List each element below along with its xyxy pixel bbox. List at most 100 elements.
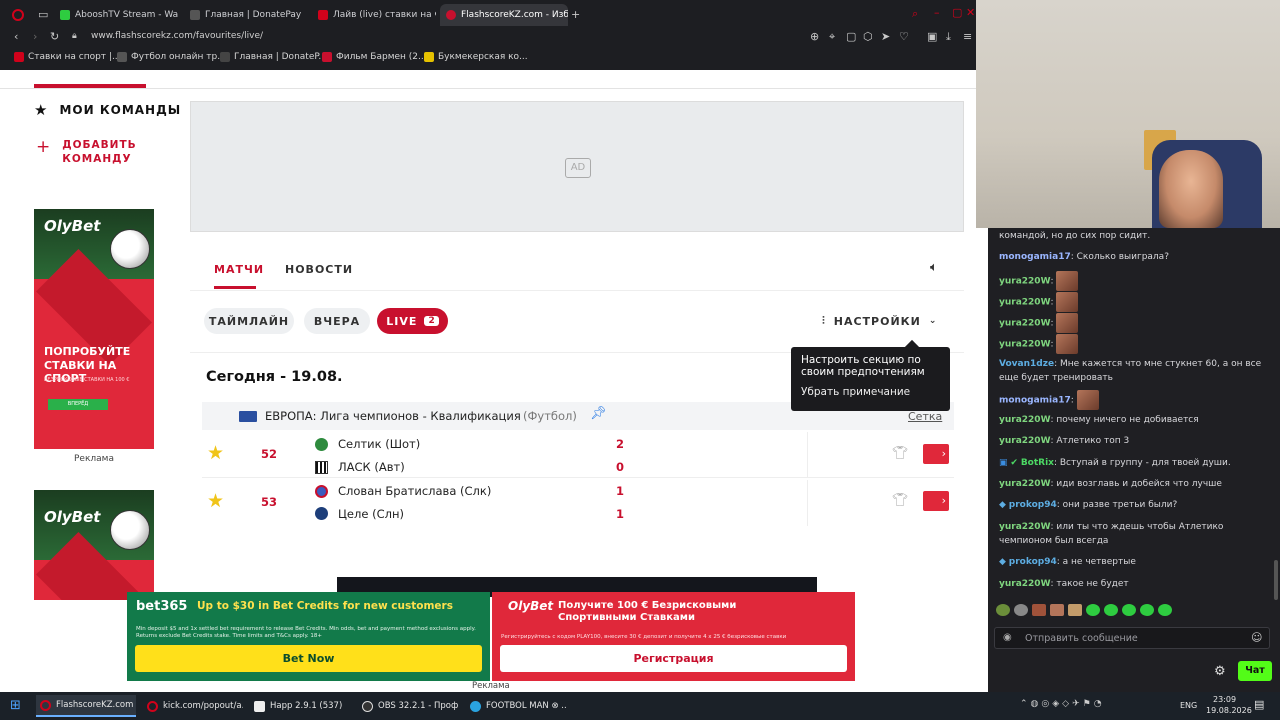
tab-flashscore-favourites[interactable]: FlashscoreKZ.com - Избра xyxy=(440,4,568,26)
bracket-link[interactable]: Сетка xyxy=(908,410,942,423)
taskbar-item-telegram[interactable]: FOOTBOL MAN ⊗ ... xyxy=(466,695,566,717)
send-icon[interactable]: ➤ xyxy=(881,30,890,43)
sidebar-ad-olybet-2[interactable]: OlyBet xyxy=(34,490,154,600)
chat-username[interactable]: yura220W xyxy=(999,579,1051,589)
search-icon[interactable]: ⌕ xyxy=(912,7,918,21)
bookmark-football-online[interactable]: Футбол онлайн тр... xyxy=(117,52,226,62)
chat-scrollbar[interactable] xyxy=(1274,560,1278,600)
emoji-icon[interactable]: ☺ xyxy=(1251,631,1262,644)
emote-icon[interactable] xyxy=(1158,604,1172,616)
tab-donatepay[interactable]: Главная | DonatePay xyxy=(184,4,308,26)
chat-username[interactable]: yura220W xyxy=(999,436,1051,446)
tooltip-dismiss[interactable]: Убрать примечание xyxy=(801,386,940,398)
browser-logo-icon[interactable] xyxy=(12,9,24,21)
favorite-star-icon[interactable]: ★ xyxy=(207,490,224,512)
filter-live[interactable]: LIVE 2 xyxy=(377,308,448,334)
snapshot-icon[interactable]: ▢ xyxy=(846,30,856,43)
chat-message: monogamia17: xyxy=(999,390,1269,410)
taskbar-item-kick[interactable]: kick.com/popout/a... xyxy=(143,695,243,717)
bet-button[interactable]: › xyxy=(923,444,949,464)
olybet-ad[interactable]: OlyBet Получите 100 € Безрисковыми Спорт… xyxy=(492,592,855,681)
olybet-register-button[interactable]: Регистрация xyxy=(500,645,847,672)
chat-username[interactable]: Vovan1dze xyxy=(999,359,1054,369)
tray-language[interactable]: ENG xyxy=(1180,701,1197,710)
filter-yesterday[interactable]: ВЧЕРА xyxy=(304,308,370,334)
windows-start-icon[interactable]: ⊞ xyxy=(10,698,21,713)
tab-matches[interactable]: МАТЧИ xyxy=(214,263,264,276)
heart-icon[interactable]: ♡ xyxy=(899,30,909,43)
back-icon[interactable]: ‹ xyxy=(14,30,18,43)
bet365-button[interactable]: Bet Now xyxy=(135,645,482,672)
chat-send-button[interactable]: Чат xyxy=(1238,661,1272,681)
emote-icon[interactable] xyxy=(1014,604,1028,616)
notification-icon[interactable]: ▤ xyxy=(1254,698,1264,711)
sidebar-ad-olybet[interactable]: OlyBet ПОПРОБУЙТЕ СТАВКИ НА СПОРТ БЕЗРИС… xyxy=(34,209,154,449)
tab-live-bets[interactable]: Лайв (live) ставки на Футб xyxy=(312,4,436,26)
chat-username[interactable]: BotRix xyxy=(1021,458,1054,468)
chat-settings-icon[interactable]: ◉ xyxy=(1003,632,1012,643)
tray-icons[interactable]: ⌃◍◎◈◇✈⚑◔ xyxy=(1020,699,1105,709)
bookmark-donatepay[interactable]: Главная | DonateP... xyxy=(220,52,327,62)
lineup-shirt-icon[interactable]: 👕︎ xyxy=(892,446,909,461)
emote-icon[interactable] xyxy=(1122,604,1136,616)
emote-icon[interactable] xyxy=(1086,604,1100,616)
chat-username[interactable]: monogamia17 xyxy=(999,396,1071,406)
pin-league-icon[interactable]: 📌︎ xyxy=(590,406,607,421)
bet-button[interactable]: › xyxy=(923,491,949,511)
chat-username[interactable]: yura220W xyxy=(999,340,1051,350)
tab-news[interactable]: НОВОСТИ xyxy=(285,263,353,276)
minimize-icon[interactable]: – xyxy=(934,6,940,19)
chat-username[interactable]: yura220W xyxy=(999,522,1051,532)
chat-username[interactable]: yura220W xyxy=(999,298,1051,308)
chat-input[interactable]: ◉ Отправить сообщение ☺ xyxy=(994,627,1270,649)
emote-icon[interactable] xyxy=(1104,604,1118,616)
zoom-icon[interactable]: ⊕ xyxy=(810,30,819,43)
emote-icon[interactable] xyxy=(1050,604,1064,616)
tray-time[interactable]: 23:09 xyxy=(1213,695,1236,704)
maximize-icon[interactable]: ▢ xyxy=(952,6,962,19)
gear-icon[interactable]: ⚙ xyxy=(1214,664,1226,679)
lineup-shirt-icon[interactable]: 👕︎ xyxy=(892,493,909,508)
emote-icon[interactable] xyxy=(1140,604,1154,616)
cube-icon[interactable]: ⬡ xyxy=(863,30,873,43)
emote-bar[interactable] xyxy=(996,604,1196,618)
match-row[interactable]: ★ 52 Селтик (Шот) ЛАСК (Авт) 2 0 👕︎ › xyxy=(202,432,954,478)
wallet-icon[interactable]: ▣ xyxy=(927,30,937,43)
reload-icon[interactable]: ↻ xyxy=(50,30,59,43)
filter-timeline[interactable]: ТАЙМЛАЙН xyxy=(204,308,294,334)
taskbar-item-flashscore[interactable]: FlashscoreKZ.com ... xyxy=(36,695,136,717)
kick-favicon-icon xyxy=(60,10,70,20)
match-row[interactable]: ★ 53 Слован Братислава (Слк) Целе (Слн) … xyxy=(202,480,954,526)
bookmark-bookmaker[interactable]: Букмекерская ко... xyxy=(424,52,528,62)
forward-icon[interactable]: › xyxy=(33,30,37,43)
add-team-button[interactable]: + ДОБАВИТЬ КОМАНДУ xyxy=(36,138,137,166)
address-bar[interactable]: www.flashscorekz.com/favourites/live/ xyxy=(91,31,263,41)
chat-username[interactable]: yura220W xyxy=(999,415,1051,425)
tray-date[interactable]: 19.08.2026 xyxy=(1206,706,1252,715)
taskbar-item-happ[interactable]: Happ 2.9.1 (537) xyxy=(250,695,350,717)
settings-button[interactable]: ⫶ НАСТРОЙКИ ⌄ xyxy=(822,314,937,328)
download-icon[interactable]: ⤓ xyxy=(946,30,951,44)
chat-username[interactable]: yura220W xyxy=(999,479,1051,489)
tab-list-icon[interactable]: ▭ xyxy=(38,8,48,21)
favorite-star-icon[interactable]: ★ xyxy=(207,442,224,464)
emote-icon[interactable] xyxy=(1068,604,1082,616)
taskbar-item-obs[interactable]: OBS 32.2.1 - Проф... xyxy=(358,695,458,717)
chat-username[interactable]: prokop94 xyxy=(1009,557,1057,567)
bet365-ad[interactable]: bet365 Up to $30 in Bet Credits for new … xyxy=(127,592,490,681)
chat-username[interactable]: prokop94 xyxy=(1009,500,1057,510)
bookmark-stavki[interactable]: Ставки на спорт |... xyxy=(14,52,121,62)
new-tab-icon[interactable]: + xyxy=(571,8,580,21)
ad-go-button[interactable]: ВПЕРЁД xyxy=(48,399,108,410)
emote-icon[interactable] xyxy=(996,604,1010,616)
mute-icon[interactable]: 🔈︎ xyxy=(930,260,938,275)
tab-abooshtv[interactable]: AbooshTV Stream - Watch xyxy=(54,4,178,26)
menu-icon[interactable]: ≡ xyxy=(963,30,972,43)
chat-username[interactable]: yura220W xyxy=(999,277,1051,287)
pin-icon[interactable]: ⌖ xyxy=(829,30,835,44)
close-icon[interactable]: ✕ xyxy=(966,6,975,19)
bookmark-film[interactable]: Фильм Бармен (2... xyxy=(322,52,427,62)
chat-username[interactable]: yura220W xyxy=(999,319,1051,329)
chat-username[interactable]: monogamia17 xyxy=(999,252,1071,262)
emote-icon[interactable] xyxy=(1032,604,1046,616)
